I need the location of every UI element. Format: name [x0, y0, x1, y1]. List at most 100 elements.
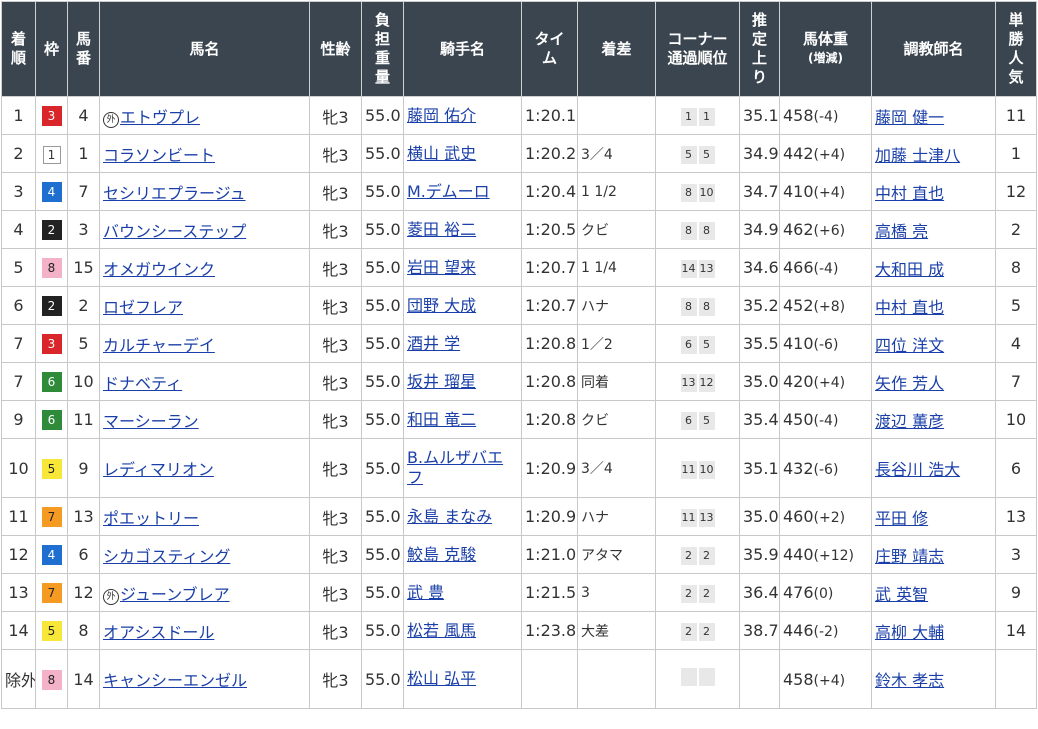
jockey-link[interactable]: 松山 弘平 [407, 669, 476, 688]
horse-name-cell: オアシスドール [99, 611, 310, 650]
horse-link[interactable]: エトヴプレ [120, 108, 200, 127]
waku-badge: 2 [41, 296, 62, 316]
header-last3f[interactable]: 推定上り [739, 1, 780, 97]
jockey-link[interactable]: B.ムルザバエフ [407, 448, 503, 487]
weight-cell: 55.0 [361, 400, 404, 439]
corner-positions: 22 [680, 585, 715, 603]
header-popularity[interactable]: 単勝人気 [995, 1, 1037, 97]
trainer-link[interactable]: 四位 洋文 [875, 336, 944, 355]
horse-link[interactable]: セシリエプラージュ [103, 184, 246, 203]
corner-positions: 13 12 [680, 374, 715, 392]
header-margin[interactable]: 着差 [577, 1, 656, 97]
header-waku[interactable]: 枠 [35, 1, 68, 97]
waku-badge: 8 [41, 258, 62, 278]
horse-link[interactable]: バウンシーステップ [103, 222, 246, 241]
jockey-link[interactable]: 坂井 瑠星 [407, 372, 476, 391]
umaban-cell: 8 [67, 611, 100, 650]
trainer-link[interactable]: 平田 修 [875, 509, 928, 528]
horse-link[interactable]: ロゼフレア [103, 298, 183, 317]
header-time[interactable]: タイム [521, 1, 578, 97]
popularity-cell: 2 [995, 210, 1037, 249]
horse-link[interactable]: ポエットリー [103, 509, 199, 528]
jockey-link[interactable]: 酒井 学 [407, 334, 460, 353]
trainer-link[interactable]: 鈴木 孝志 [875, 671, 944, 690]
horse-link[interactable]: オアシスドール [103, 623, 214, 642]
waku-badge: 3 [41, 334, 62, 354]
header-umaban[interactable]: 馬番 [67, 1, 100, 97]
trainer-link[interactable]: 中村 直也 [875, 184, 944, 203]
waku-cell: 4 [35, 172, 68, 211]
trainer-link[interactable]: 庄野 靖志 [875, 547, 944, 566]
body-weight-value: 458 [783, 106, 814, 125]
body-weight-value: 432 [783, 458, 814, 478]
corner-position-4: 2 [698, 623, 715, 641]
jockey-link[interactable]: 鮫島 克駿 [407, 545, 476, 564]
header-horse-name[interactable]: 馬名 [99, 1, 310, 97]
weight-cell: 55.0 [361, 286, 404, 325]
table-row: 7 3 5 カルチャーデイ 牝3 55.0 酒井 学 1:20.8 1／2 6 5 35.5 410(-… [1, 324, 1037, 363]
corner-cell: 55 [655, 134, 740, 173]
jockey-link[interactable]: 横山 武史 [407, 144, 476, 163]
jockey-link[interactable]: 団野 大成 [407, 296, 476, 315]
trainer-link[interactable]: 大和田 成 [875, 260, 944, 279]
header-trainer[interactable]: 調教師名 [871, 1, 996, 97]
trainer-cell: 加藤 士津八 [871, 134, 996, 173]
trainer-link[interactable]: 高橋 亮 [875, 222, 928, 241]
last3f-cell [739, 649, 780, 709]
table-row: 除外 8 14 キャンシーエンゼル 牝3 55.0 松山 弘平 458(+4) 鈴木 孝志 [1, 649, 1037, 709]
horse-link[interactable]: カルチャーデイ [103, 336, 215, 355]
trainer-link[interactable]: 藤岡 健一 [875, 108, 944, 127]
header-weight[interactable]: 負担重量 [361, 1, 404, 97]
body-weight-cell: 458(+4) [779, 649, 872, 709]
trainer-link[interactable]: 渡辺 薫彦 [875, 412, 944, 431]
header-body-weight[interactable]: 馬体重 (増減) [779, 1, 872, 97]
horse-name-cell: ロゼフレア [99, 286, 310, 325]
popularity-cell: 12 [995, 172, 1037, 211]
trainer-link[interactable]: 中村 直也 [875, 298, 944, 317]
horse-link[interactable]: キャンシーエンゼル [103, 671, 247, 690]
corner-position-3: 8 [680, 298, 697, 316]
jockey-cell: 武 豊 [403, 573, 522, 612]
trainer-link[interactable]: 加藤 士津八 [875, 146, 960, 165]
header-jockey[interactable]: 騎手名 [403, 1, 522, 97]
jockey-link[interactable]: M.デムーロ [407, 182, 490, 201]
table-row: 14 5 8 オアシスドール 牝3 55.0 松若 風馬 1:23.8 大差 2 2 38.7 446(… [1, 611, 1037, 650]
weight-cell: 55.0 [361, 362, 404, 401]
sex-age-cell: 牝3 [309, 535, 362, 574]
horse-link[interactable]: ジューンブレア [120, 585, 230, 604]
jockey-link[interactable]: 岩田 望来 [407, 258, 476, 277]
trainer-link[interactable]: 矢作 芳人 [875, 374, 944, 393]
jockey-link[interactable]: 永島 まなみ [407, 507, 492, 526]
jockey-cell: 永島 まなみ [403, 497, 522, 536]
weight-cell: 55.0 [361, 210, 404, 249]
jockey-cell: 藤岡 佑介 [403, 96, 522, 135]
body-weight-diff: (+4) [813, 147, 846, 163]
margin-cell: 同着 [577, 362, 656, 401]
jockey-link[interactable]: 松若 風馬 [407, 621, 476, 640]
corner-position-3: 1 [680, 108, 697, 126]
last3f-cell: 35.4 [739, 400, 780, 439]
jockey-link[interactable]: 藤岡 佑介 [407, 106, 476, 125]
body-weight-value: 450 [783, 410, 814, 429]
jockey-link[interactable]: 武 豊 [407, 583, 444, 602]
trainer-link[interactable]: 高柳 大輔 [875, 623, 944, 642]
jockey-link[interactable]: 和田 竜二 [407, 410, 476, 429]
trainer-link[interactable]: 武 英智 [875, 585, 928, 604]
jockey-link[interactable]: 菱田 裕二 [407, 220, 476, 239]
popularity-cell: 6 [995, 438, 1037, 498]
waku-cell: 6 [35, 362, 68, 401]
horse-link[interactable]: ドナベティ [103, 374, 182, 393]
waku-badge: 7 [41, 583, 62, 603]
body-weight-diff: (-4) [813, 261, 839, 277]
horse-link[interactable]: レディマリオン [103, 460, 214, 479]
trainer-link[interactable]: 長谷川 浩大 [875, 460, 960, 479]
horse-link[interactable]: オメガウインク [103, 260, 215, 279]
header-corner[interactable]: コーナー通過順位 [655, 1, 740, 97]
header-sex-age[interactable]: 性齢 [309, 1, 362, 97]
horse-link[interactable]: コラソンビート [103, 146, 215, 165]
horse-link[interactable]: マーシーラン [103, 412, 199, 431]
corner-cell: 88 [655, 210, 740, 249]
header-rank[interactable]: 着順 [1, 1, 36, 97]
horse-link[interactable]: シカゴスティング [103, 547, 230, 566]
umaban-cell: 15 [67, 248, 100, 287]
